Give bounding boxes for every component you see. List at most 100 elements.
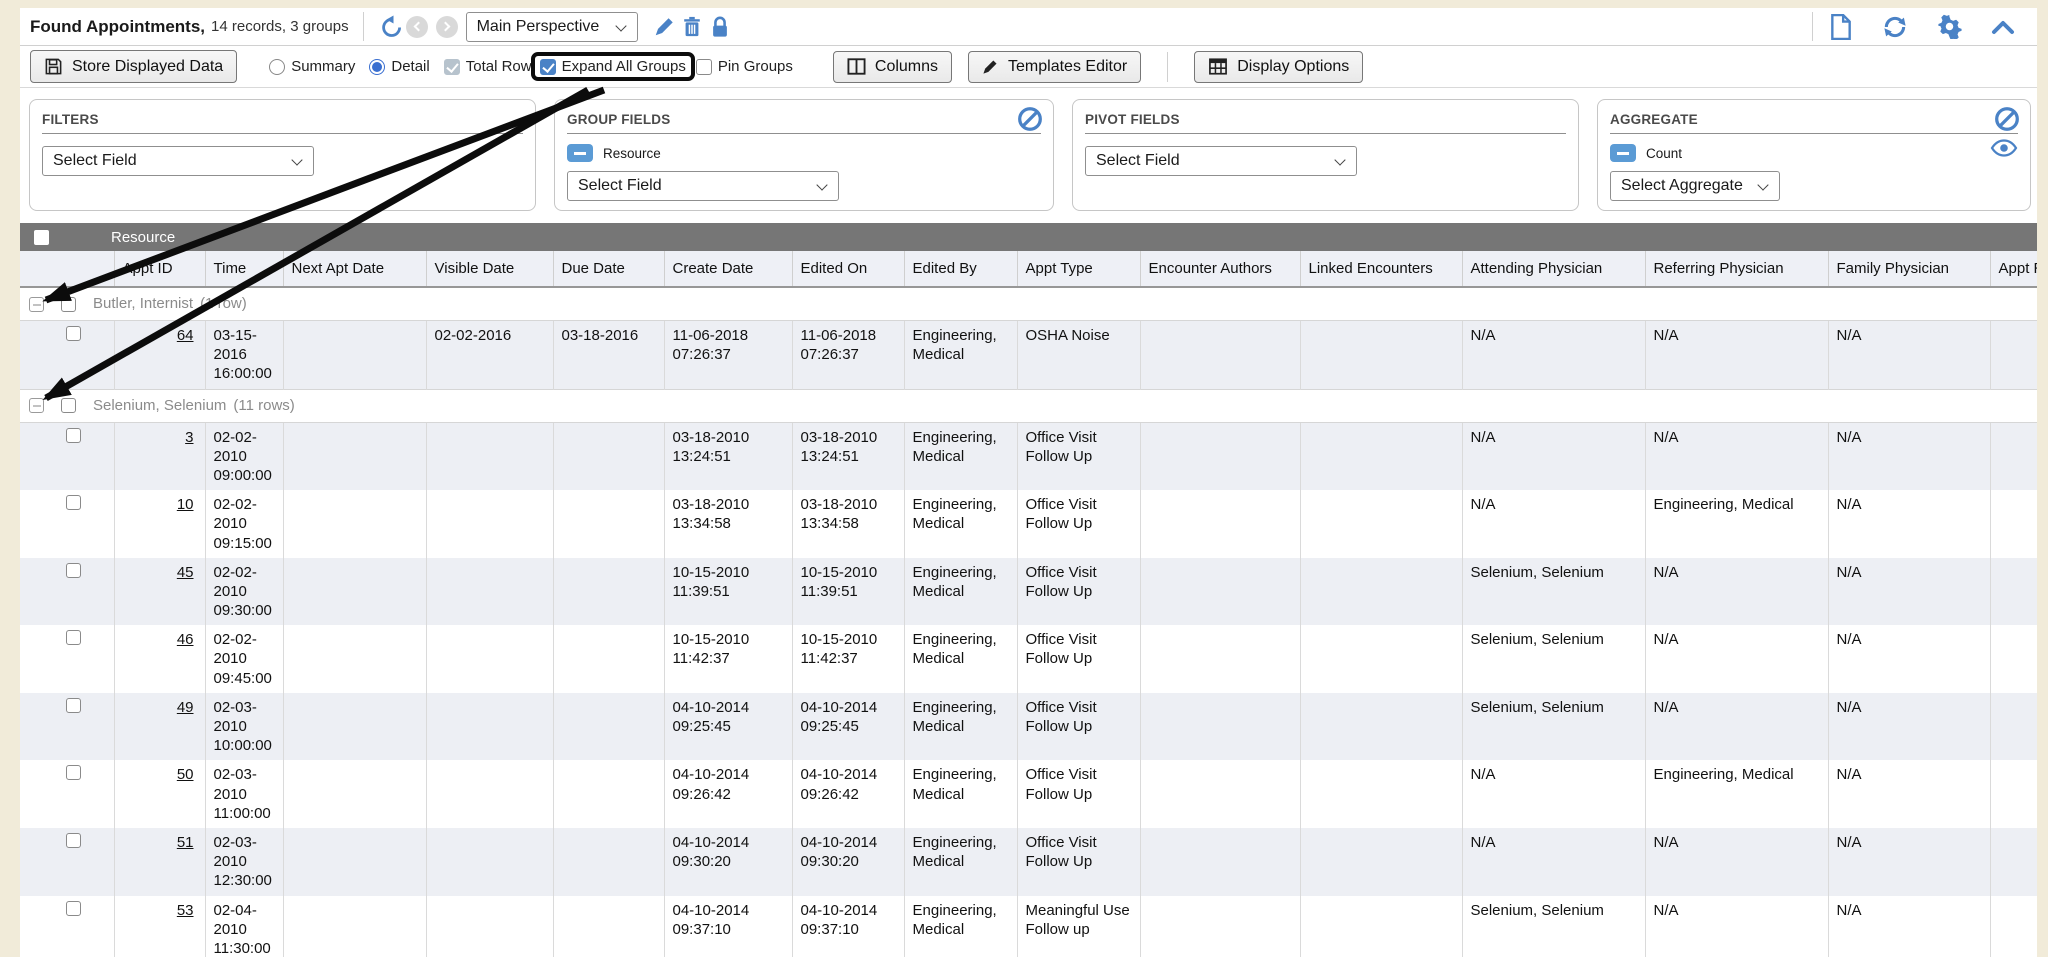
total-row-option[interactable]: Total Row — [444, 58, 532, 75]
cell-appt-id: 53 — [114, 896, 205, 957]
row-select-checkbox[interactable] — [66, 495, 81, 510]
table-row: 1002-02-2010 09:15:0003-18-2010 13:34:58… — [20, 490, 2037, 558]
perspective-value: Main Perspective — [477, 18, 600, 36]
column-header-appt-re[interactable]: Appt Re — [1990, 251, 2037, 287]
lock-perspective-button[interactable] — [706, 13, 734, 41]
row-select-checkbox[interactable] — [66, 698, 81, 713]
detail-radio[interactable] — [369, 59, 385, 75]
group-expand-checkbox[interactable] — [29, 297, 44, 312]
forward-button[interactable] — [436, 16, 458, 38]
column-header-family-physician[interactable]: Family Physician — [1828, 251, 1990, 287]
group-select-checkbox[interactable] — [61, 398, 76, 413]
divider — [1167, 52, 1168, 82]
collapse-panel-button[interactable] — [1989, 13, 2017, 41]
cell-family-physician: N/A — [1828, 321, 1990, 390]
group-label: Selenium, Selenium — [93, 396, 226, 415]
columns-button-label: Columns — [875, 58, 938, 76]
appt-id-link[interactable]: 45 — [177, 564, 194, 581]
row-select-checkbox[interactable] — [66, 630, 81, 645]
row-select-checkbox[interactable] — [66, 326, 81, 341]
column-header-checkbox[interactable] — [20, 251, 114, 287]
cell-appt-type: Office Visit Follow Up — [1017, 828, 1140, 896]
column-header-encounter-authors[interactable]: Encounter Authors — [1140, 251, 1300, 287]
column-header-time[interactable]: Time — [205, 251, 283, 287]
group-expand-checkbox[interactable] — [29, 398, 44, 413]
row-select-checkbox[interactable] — [66, 765, 81, 780]
cell-family-physician: N/A — [1828, 625, 1990, 693]
column-header-edited-by[interactable]: Edited By — [904, 251, 1017, 287]
pin-groups-option[interactable]: Pin Groups — [696, 58, 793, 75]
circle-slash-icon — [1017, 106, 1043, 132]
cell-time: 02-02-2010 09:45:00 — [205, 625, 283, 693]
total-row-checkbox[interactable] — [444, 59, 460, 75]
group-select-checkbox[interactable] — [61, 297, 76, 312]
summary-radio[interactable] — [269, 59, 285, 75]
filters-field-select[interactable]: Select Field — [42, 146, 314, 176]
back-button[interactable] — [406, 16, 428, 38]
cell-attending-physician: N/A — [1462, 490, 1645, 558]
group-field-label: Resource — [603, 146, 661, 161]
display-options-button[interactable]: Display Options — [1194, 51, 1363, 83]
pivot-select-value: Select Field — [1096, 152, 1180, 170]
column-header-referring-physician[interactable]: Referring Physician — [1645, 251, 1828, 287]
group-field-bar: Resource — [20, 223, 2037, 251]
new-document-button[interactable] — [1827, 13, 1855, 41]
summary-radio-option[interactable]: Summary — [269, 58, 355, 75]
column-header-visible-date[interactable]: Visible Date — [426, 251, 553, 287]
appt-id-link[interactable]: 64 — [177, 327, 194, 344]
group-field-select[interactable]: Select Field — [567, 171, 839, 201]
column-header-create-date[interactable]: Create Date — [664, 251, 792, 287]
cell-attending-physician: Selenium, Selenium — [1462, 625, 1645, 693]
column-header-due-date[interactable]: Due Date — [553, 251, 664, 287]
appt-id-link[interactable]: 49 — [177, 699, 194, 716]
row-select-checkbox[interactable] — [66, 833, 81, 848]
perspective-select[interactable]: Main Perspective — [466, 12, 638, 42]
cell-appt-re — [1990, 760, 2037, 828]
clear-group-fields-button[interactable] — [1017, 106, 1043, 132]
column-header-attending-physician[interactable]: Attending Physician — [1462, 251, 1645, 287]
remove-aggregate-button[interactable] — [1610, 144, 1636, 162]
column-header-edited-on[interactable]: Edited On — [792, 251, 904, 287]
appt-id-link[interactable]: 46 — [177, 631, 194, 648]
column-header-appt-id[interactable]: Appt ID — [114, 251, 205, 287]
column-header-appt-type[interactable]: Appt Type — [1017, 251, 1140, 287]
remove-group-field-button[interactable] — [567, 144, 593, 162]
cell-encounter-authors — [1140, 490, 1300, 558]
detail-radio-option[interactable]: Detail — [369, 58, 429, 75]
column-header-next-apt-date[interactable]: Next Apt Date — [283, 251, 426, 287]
templates-editor-button[interactable]: Templates Editor — [968, 51, 1141, 83]
toggle-aggregate-visibility-button[interactable] — [1990, 138, 2018, 158]
settings-button[interactable] — [1935, 13, 1963, 41]
appt-id-link[interactable]: 10 — [177, 496, 194, 513]
cell-attending-physician: N/A — [1462, 828, 1645, 896]
store-displayed-data-button[interactable]: Store Displayed Data — [30, 50, 237, 83]
appt-id-link[interactable]: 3 — [185, 429, 193, 446]
appt-id-link[interactable]: 51 — [177, 834, 194, 851]
cell-next-apt-date — [283, 490, 426, 558]
edit-perspective-button[interactable] — [650, 13, 678, 41]
pin-groups-checkbox[interactable] — [696, 59, 712, 75]
appt-id-link[interactable]: 53 — [177, 902, 194, 919]
clear-aggregate-button[interactable] — [1994, 106, 2020, 132]
delete-perspective-button[interactable] — [678, 13, 706, 41]
expand-all-groups-checkbox[interactable] — [540, 59, 556, 75]
filters-title: FILTERS — [42, 109, 523, 134]
cell-edited-by: Engineering, Medical — [904, 422, 1017, 490]
select-all-checkbox[interactable] — [34, 230, 49, 245]
refresh-button[interactable] — [1881, 13, 1909, 41]
row-select-checkbox[interactable] — [66, 901, 81, 916]
summary-label: Summary — [291, 58, 355, 75]
cell-edited-on: 04-10-2014 09:37:10 — [792, 896, 904, 957]
cell-edited-by: Engineering, Medical — [904, 321, 1017, 390]
expand-all-groups-option[interactable]: Expand All Groups — [540, 58, 686, 75]
aggregate-title: AGGREGATE — [1610, 109, 2018, 134]
appt-id-link[interactable]: 50 — [177, 766, 194, 783]
row-select-checkbox[interactable] — [66, 563, 81, 578]
pivot-field-select[interactable]: Select Field — [1085, 146, 1357, 176]
row-select-checkbox[interactable] — [66, 428, 81, 443]
undo-button[interactable] — [378, 13, 406, 41]
aggregate-select[interactable]: Select Aggregate — [1610, 171, 1780, 201]
column-header-linked-encounters[interactable]: Linked Encounters — [1300, 251, 1462, 287]
cell-edited-by: Engineering, Medical — [904, 760, 1017, 828]
columns-button[interactable]: Columns — [833, 51, 952, 83]
